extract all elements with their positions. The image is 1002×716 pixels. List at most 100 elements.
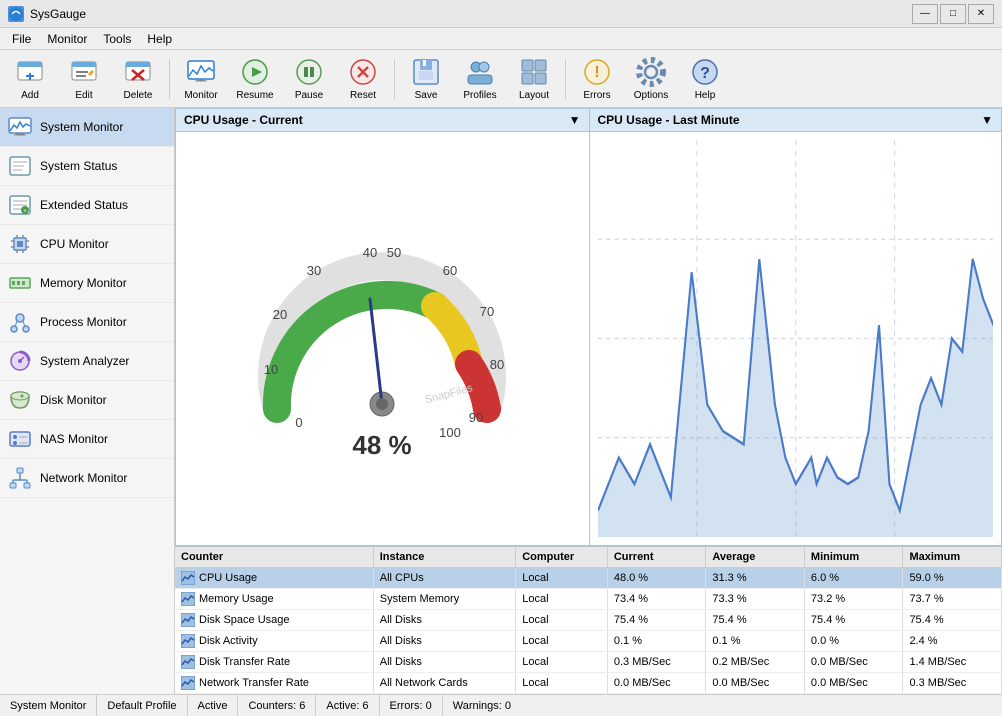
resume-label: Resume: [236, 90, 273, 101]
edit-button[interactable]: Edit: [58, 53, 110, 105]
svg-text:90: 90: [469, 410, 483, 425]
gauge-svg: 0 10 20 30 40 50 60 70 80 90 100: [222, 199, 542, 479]
delete-button[interactable]: Delete: [112, 53, 164, 105]
cell-average: 31.3 %: [706, 568, 805, 589]
add-button[interactable]: Add: [4, 53, 56, 105]
cell-average: 73.3 %: [706, 589, 805, 610]
svg-text:80: 80: [490, 357, 504, 372]
cell-maximum: 1.4 MB/Sec: [903, 652, 1002, 673]
table-row[interactable]: Disk Space Usage All Disks Local 75.4 % …: [175, 610, 1002, 631]
col-current: Current: [607, 547, 706, 568]
col-maximum: Maximum: [903, 547, 1002, 568]
charts-row: CPU Usage - Current ▼: [175, 108, 1002, 546]
data-table-area: Counter Instance Computer Current Averag…: [175, 546, 1002, 694]
cell-computer: Local: [516, 673, 608, 694]
cell-minimum: 6.0 %: [804, 568, 903, 589]
sidebar-label-disk-monitor: Disk Monitor: [40, 393, 107, 407]
reset-icon: [347, 56, 379, 88]
cell-instance: All Network Cards: [373, 673, 516, 694]
extended-status-icon: +: [8, 193, 32, 217]
col-average: Average: [706, 547, 805, 568]
sidebar-item-nas-monitor[interactable]: NAS Monitor: [0, 420, 174, 459]
status-monitor: System Monitor: [0, 695, 97, 716]
menu-bar: File Monitor Tools Help: [0, 28, 1002, 50]
monitor-button[interactable]: Monitor: [175, 53, 227, 105]
resume-button[interactable]: Resume: [229, 53, 281, 105]
svg-text:SnapFiles: SnapFiles: [424, 382, 475, 406]
sidebar-label-network-monitor: Network Monitor: [40, 471, 127, 485]
cpu-lastminute-title: CPU Usage - Last Minute: [598, 113, 740, 127]
system-monitor-icon: [8, 115, 32, 139]
maximize-button[interactable]: □: [940, 4, 966, 24]
reset-button[interactable]: Reset: [337, 53, 389, 105]
menu-monitor[interactable]: Monitor: [39, 30, 95, 48]
table-row[interactable]: CPU Usage All CPUs Local 48.0 % 31.3 % 6…: [175, 568, 1002, 589]
disk-monitor-icon: [8, 388, 32, 412]
close-button[interactable]: ✕: [968, 4, 994, 24]
process-monitor-icon: [8, 310, 32, 334]
svg-text:?: ?: [700, 65, 710, 82]
sidebar-label-nas-monitor: NAS Monitor: [40, 432, 108, 446]
cell-counter: Memory Usage: [175, 589, 373, 610]
help-button[interactable]: ? Help: [679, 53, 731, 105]
resume-icon: [239, 56, 271, 88]
profiles-label: Profiles: [463, 90, 496, 101]
cell-minimum: 0.0 MB/Sec: [804, 673, 903, 694]
cell-computer: Local: [516, 652, 608, 673]
sidebar-label-system-analyzer: System Analyzer: [40, 354, 129, 368]
cpu-current-menu-icon[interactable]: ▼: [569, 113, 581, 127]
status-counters: Counters: 6: [238, 695, 316, 716]
sidebar-item-network-monitor[interactable]: Network Monitor: [0, 459, 174, 498]
cell-current: 0.0 MB/Sec: [607, 673, 706, 694]
status-monitor-label: System Monitor: [10, 700, 86, 712]
table-row[interactable]: Memory Usage System Memory Local 73.4 % …: [175, 589, 1002, 610]
cell-computer: Local: [516, 631, 608, 652]
pause-button[interactable]: Pause: [283, 53, 335, 105]
options-label: Options: [634, 90, 668, 101]
cell-average: 75.4 %: [706, 610, 805, 631]
col-counter: Counter: [175, 547, 373, 568]
menu-tools[interactable]: Tools: [95, 30, 139, 48]
cell-counter: Disk Activity: [175, 631, 373, 652]
cell-average: 0.1 %: [706, 631, 805, 652]
cpu-lastminute-menu-icon[interactable]: ▼: [981, 113, 993, 127]
errors-icon: !: [581, 56, 613, 88]
cell-counter: Disk Transfer Rate: [175, 652, 373, 673]
sidebar-item-disk-monitor[interactable]: Disk Monitor: [0, 381, 174, 420]
options-button[interactable]: Options: [625, 53, 677, 105]
cpu-lastminute-panel: CPU Usage - Last Minute ▼: [589, 108, 1002, 546]
save-button[interactable]: Save: [400, 53, 452, 105]
minimize-button[interactable]: —: [912, 4, 938, 24]
profiles-button[interactable]: Profiles: [454, 53, 506, 105]
system-analyzer-icon: [8, 349, 32, 373]
cell-maximum: 59.0 %: [903, 568, 1002, 589]
cell-minimum: 0.0 %: [804, 631, 903, 652]
svg-text:40: 40: [363, 245, 377, 260]
sidebar-item-system-status[interactable]: System Status: [0, 147, 174, 186]
menu-help[interactable]: Help: [139, 30, 180, 48]
svg-text:20: 20: [273, 307, 287, 322]
cell-computer: Local: [516, 568, 608, 589]
errors-button[interactable]: ! Errors: [571, 53, 623, 105]
help-icon: ?: [689, 56, 721, 88]
sidebar-label-cpu-monitor: CPU Monitor: [40, 237, 109, 251]
menu-file[interactable]: File: [4, 30, 39, 48]
layout-label: Layout: [519, 90, 549, 101]
svg-text:60: 60: [443, 263, 457, 278]
cell-counter: CPU Usage: [175, 568, 373, 589]
status-counters-label: Counters: 6: [248, 700, 305, 712]
memory-monitor-icon: [8, 271, 32, 295]
status-active: Active: 6: [316, 695, 379, 716]
layout-icon: [518, 56, 550, 88]
col-computer: Computer: [516, 547, 608, 568]
sidebar-item-system-analyzer[interactable]: System Analyzer: [0, 342, 174, 381]
sidebar-item-extended-status[interactable]: + Extended Status: [0, 186, 174, 225]
sidebar-item-memory-monitor[interactable]: Memory Monitor: [0, 264, 174, 303]
table-row[interactable]: Network Transfer Rate All Network Cards …: [175, 673, 1002, 694]
table-row[interactable]: Disk Activity All Disks Local 0.1 % 0.1 …: [175, 631, 1002, 652]
table-row[interactable]: Disk Transfer Rate All Disks Local 0.3 M…: [175, 652, 1002, 673]
sidebar-item-system-monitor[interactable]: System Monitor: [0, 108, 174, 147]
layout-button[interactable]: Layout: [508, 53, 560, 105]
sidebar-item-process-monitor[interactable]: Process Monitor: [0, 303, 174, 342]
sidebar-item-cpu-monitor[interactable]: CPU Monitor: [0, 225, 174, 264]
